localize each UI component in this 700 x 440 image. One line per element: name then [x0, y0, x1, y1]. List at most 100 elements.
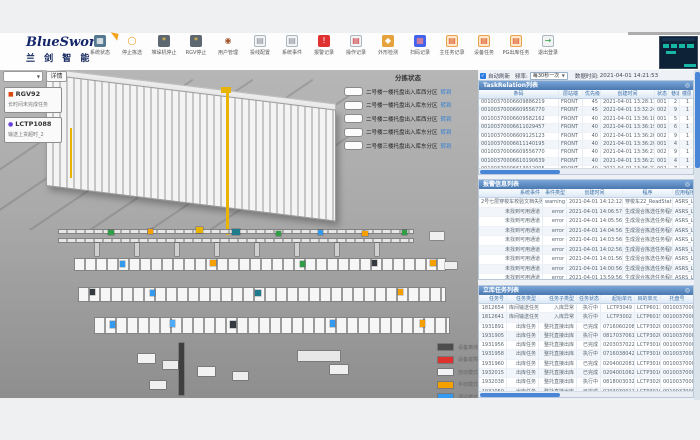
toolbar-item[interactable]: → 退出登录: [532, 35, 564, 56]
table-row[interactable]: 未找到可用通道error2021-04-01 14:04:56生成混合拣选任务程…: [479, 227, 693, 237]
device-alert-card[interactable]: ■ RGV92 长时间未完成任务: [4, 87, 62, 113]
goto-link[interactable]: 转到: [441, 101, 452, 109]
toolbar-item[interactable]: ◯ 停止拣选: [116, 35, 148, 56]
toolbar-item[interactable]: ! 报警记录: [308, 35, 340, 56]
table-row[interactable]: 1931956出库任务整托直接出库已完成0203037022LCTP301600…: [479, 341, 693, 350]
horizontal-scrollbar[interactable]: [479, 168, 693, 174]
vertical-scrollbar[interactable]: [694, 70, 700, 400]
toolbar-item[interactable]: * 堆垛机停止: [148, 35, 180, 56]
device-filter-select[interactable]: ▼: [3, 71, 43, 82]
table-row[interactable]: 00100370006609125123FRONT402021-04-01 13…: [479, 133, 693, 141]
toolbar-item[interactable]: ▦ 系统状态: [84, 35, 116, 56]
table-row[interactable]: 00100370006611140195FRONT402021-04-01 13…: [479, 141, 693, 149]
toolbar-item[interactable]: ◆ 外形检测: [372, 35, 404, 56]
table-row[interactable]: 1932038出库任务整托直接出库执行中0818003032LCTP302000…: [479, 378, 693, 387]
table-cell: 1: [680, 149, 691, 156]
goto-link[interactable]: 转到: [441, 142, 452, 150]
table-row[interactable]: 1812641库间输送任务入库异常执行中LCTP3002LCTP60150010…: [479, 313, 693, 322]
column-header[interactable]: 创建时间: [567, 189, 623, 197]
toolbar-item[interactable]: ▦ 扫码记录: [404, 35, 436, 56]
goto-link[interactable]: 转到: [441, 115, 452, 123]
scrollbar-thumb[interactable]: [480, 393, 560, 397]
table-cell: 00100370006606: [661, 313, 693, 321]
table-row[interactable]: 00100370006609556770FRONT452021-04-01 13…: [479, 107, 693, 115]
device-alert-card[interactable]: ● LCTP1088 输送上货超时_2: [4, 117, 62, 143]
warehouse-3d-view[interactable]: 分拣状态 二号楼一楼托盘出入库西分区 转到 二号楼一楼托盘出入库东分区 转到 二…: [0, 70, 478, 398]
table-row[interactable]: 1931960出库任务整托直接出库已完成0204002081LCTP301600…: [479, 360, 693, 369]
table-row[interactable]: 2号七层穿梭车校验文档失败 无法判断长度warning2021-04-01 14…: [479, 198, 693, 208]
table-row[interactable]: 未找到可用通道error2021-04-01 14:03:56生成混合拣选任务程…: [479, 236, 693, 246]
panel-title: TaskRelation列表: [483, 82, 538, 89]
toolbar-item[interactable]: ▤ 操作记录: [340, 35, 372, 56]
column-header[interactable]: 任务类型: [507, 295, 539, 303]
toolbar-item[interactable]: ▤ 系统事件: [276, 35, 308, 56]
table-row[interactable]: 未找到可用通道error2021-04-01 14:05:56生成混合拣选任务程…: [479, 217, 693, 227]
column-header[interactable]: 任务状态: [577, 295, 601, 303]
column-header[interactable]: 优先级: [583, 90, 601, 98]
frequency-select[interactable]: 每30秒一次 ▼: [530, 72, 568, 80]
table-row[interactable]: 1812654库间输送任务入库异常执行中LCTP3049LCTP60110010…: [479, 304, 693, 313]
table-row[interactable]: 未找到可用通道error2021-04-01 14:06:57生成混合拣选任务程…: [479, 208, 693, 218]
goto-link[interactable]: 转到: [441, 88, 452, 96]
table-row[interactable]: 未找到可用通道error2021-04-01 14:02:56生成混合拣选任务程…: [479, 246, 693, 256]
goto-link[interactable]: 转到: [441, 128, 452, 136]
table-row[interactable]: 00100370006611029457FRONT402021-04-01 13…: [479, 124, 693, 132]
column-header[interactable]: 系统事件: [479, 189, 543, 197]
table-row[interactable]: 1931958出库任务整托直接出库执行中0716038042LCTP301600…: [479, 350, 693, 359]
column-header[interactable]: 事件类型: [543, 189, 567, 197]
autorefresh-checkbox[interactable]: ✓: [480, 73, 486, 79]
table-row[interactable]: 1932057出库任务整托直接出库执行中0818037032LCTP302000…: [479, 397, 693, 398]
gear-icon[interactable]: ◎: [685, 81, 690, 90]
sort-zone-checkbox[interactable]: [344, 141, 363, 150]
toolbar-item-label: 设备任务: [468, 49, 500, 56]
sort-zone-checkbox[interactable]: [344, 114, 363, 123]
legend-label: 调试模式: [458, 394, 478, 398]
table-cell: 出库任务: [507, 360, 539, 368]
table-row[interactable]: 1931905出库任务整托直接出库执行中0817037061LCTP302000…: [479, 332, 693, 341]
column-header[interactable]: 目的单元: [635, 295, 661, 303]
column-header[interactable]: 层站端: [559, 90, 583, 98]
table-row[interactable]: 00100370006609886219FRONT452021-04-01 13…: [479, 99, 693, 107]
table-cell: 0203037022: [601, 341, 635, 349]
detail-button[interactable]: 详情: [46, 71, 67, 82]
toolbar-item[interactable]: ◉ 用户管理: [212, 35, 244, 56]
equipment-marker: [198, 367, 215, 376]
scrollbar-thumb[interactable]: [480, 170, 560, 174]
table-row[interactable]: 00100370006609556770FRONT402021-04-01 13…: [479, 149, 693, 157]
table-row[interactable]: 00100370006609582162FRONT402021-04-01 13…: [479, 116, 693, 124]
table-row[interactable]: 1931891出库任务整托直接出库已完成0716060208LCTP302000…: [479, 323, 693, 332]
sort-zone-checkbox[interactable]: [344, 128, 363, 137]
table-cell: 4: [669, 158, 680, 165]
toolbar-item[interactable]: ▤ PG出库任务: [500, 35, 532, 56]
column-header[interactable]: 应用程序: [673, 189, 693, 197]
column-header[interactable]: 巷道: [669, 90, 680, 98]
column-header[interactable]: 程序: [623, 189, 673, 197]
column-header[interactable]: 条码: [479, 90, 559, 98]
column-header[interactable]: 起始单元: [601, 295, 635, 303]
table-row[interactable]: 1932015出库任务整托直接出库已完成0204001062LCTP301600…: [479, 369, 693, 378]
toolbar-item[interactable]: ▤ 设备任务: [468, 35, 500, 56]
toolbar-item[interactable]: ▤ 投线配置: [244, 35, 276, 56]
column-header[interactable]: 楼层: [680, 90, 691, 98]
horizontal-scrollbar[interactable]: [479, 391, 693, 397]
column-header[interactable]: 任务子类型: [539, 295, 577, 303]
gear-icon[interactable]: ◎: [685, 286, 690, 295]
scrollbar-thumb[interactable]: [695, 72, 700, 168]
toolbar-item[interactable]: ▤ 主任务记录: [436, 35, 468, 56]
table-cell: ASRS_LC2: [673, 227, 693, 236]
column-header[interactable]: 托盘号: [661, 295, 693, 303]
table-row[interactable]: 未找到可用通道error2021-04-01 14:01:56生成混合拣选任务程…: [479, 255, 693, 265]
table-row[interactable]: 未找到可用通道error2021-04-01 13:59:56生成混合拣选任务程…: [479, 274, 693, 280]
column-header[interactable]: 状态: [655, 90, 669, 98]
toolbar-item-label: 用户管理: [212, 49, 244, 56]
table-cell: 1: [680, 158, 691, 165]
toolbar-item[interactable]: * RGV停止: [180, 35, 212, 56]
table-row[interactable]: 未找到可用通道error2021-04-01 14:00:56生成混合拣选任务程…: [479, 265, 693, 275]
table-row[interactable]: 00100370006610190639FRONT402021-04-01 13…: [479, 158, 693, 166]
sort-zone-checkbox[interactable]: [344, 87, 363, 96]
mini-status-panel[interactable]: [659, 36, 698, 69]
gear-icon[interactable]: ◎: [685, 180, 690, 189]
column-header[interactable]: 创建时间: [601, 90, 655, 98]
column-header[interactable]: 任务号: [479, 295, 507, 303]
sort-zone-checkbox[interactable]: [344, 101, 363, 110]
